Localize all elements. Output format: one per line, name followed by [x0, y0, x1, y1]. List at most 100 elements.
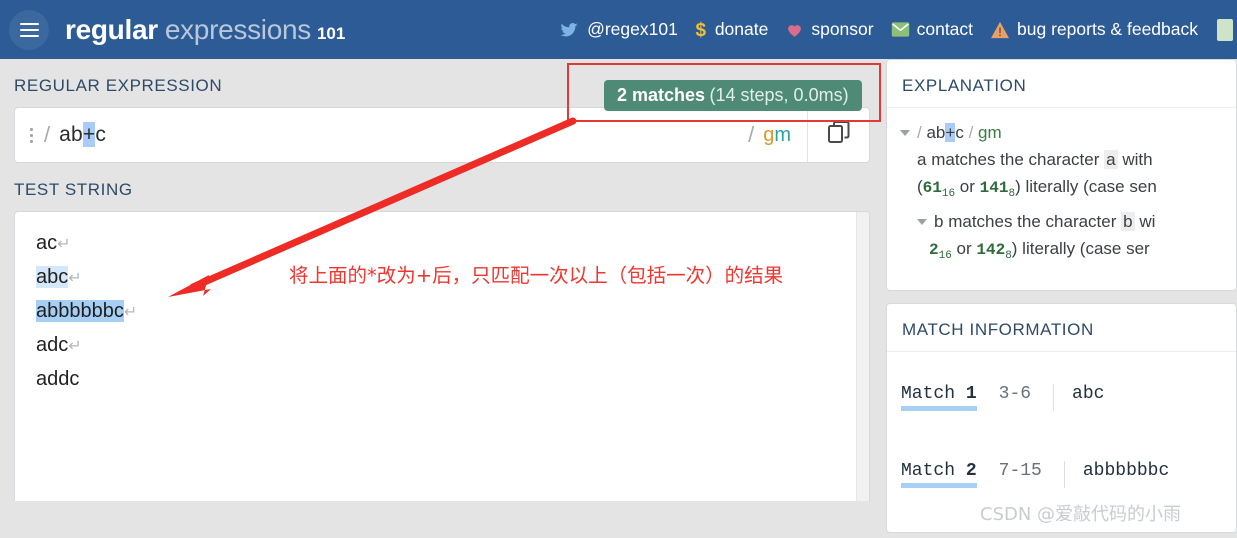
test-string-line[interactable]: adc↵: [15, 328, 869, 362]
regex-delimiter-right: /: [748, 122, 755, 147]
editor-column: REGULAR EXPRESSION / ab+c / gm TEST STRI…: [0, 59, 884, 533]
match-row[interactable]: Match 2 7-15 abbbbbbc: [887, 411, 1236, 488]
nav-sponsor[interactable]: sponsor: [785, 19, 874, 40]
match-row[interactable]: Match 1 3-6 abc: [887, 370, 1236, 411]
warning-triangle-icon: [990, 21, 1010, 39]
test-string-label: TEST STRING: [14, 180, 133, 199]
exp-literal-a: ) literally (case sen: [1015, 177, 1157, 196]
exp-literal-b: ) literally (case ser: [1011, 239, 1150, 259]
regex-delimiter-left: /: [44, 122, 51, 147]
match-information-panel: MATCH INFORMATION Match 1 3-6 abc Match …: [886, 303, 1237, 533]
newline-icon: ↵: [123, 304, 138, 321]
match-count-text: 2 matches: [617, 85, 706, 105]
explanation-row-a[interactable]: a matches the character a with: [887, 146, 1236, 173]
match-label-1: Match 1: [901, 384, 977, 411]
exp-char-a: a: [917, 150, 927, 169]
match-information-title: MATCH INFORMATION: [887, 304, 1236, 352]
site-logo[interactable]: regular expressions 101: [65, 14, 345, 46]
explanation-root-row[interactable]: / ab+c / gm: [887, 119, 1236, 146]
test-string-line[interactable]: ac↵: [15, 226, 869, 260]
kebab-dot: [30, 133, 33, 137]
match-highlight-2: abbbbbbc: [36, 300, 124, 322]
exp-oct-b: 1428: [976, 241, 1012, 263]
test-string-line[interactable]: abbbbbbc↵: [15, 294, 869, 328]
hamburger-bar: [19, 28, 39, 31]
explanation-body: / ab+c / gm a matches the character a wi…: [887, 108, 1236, 282]
line-text: ac: [36, 232, 58, 254]
explanation-panel: EXPLANATION / ab+c / gm a matches the ch…: [886, 59, 1237, 291]
newline-icon: ↵: [68, 270, 82, 287]
nav-overflow-item[interactable]: [1217, 18, 1233, 41]
nav-sponsor-label: sponsor: [811, 19, 874, 39]
kebab-dot: [30, 127, 33, 131]
logo-word-regular: regular: [65, 13, 158, 45]
test-string-line[interactable]: addc: [15, 362, 869, 396]
match-label-2: Match 2: [901, 461, 977, 488]
nav-twitter[interactable]: @regex101: [559, 19, 678, 40]
logo-word-expressions: expressions: [164, 13, 311, 45]
top-navbar: regular expressions 101 @regex101 $ dona…: [0, 0, 1237, 59]
flag-global: g: [763, 123, 775, 146]
flag-multiline: m: [774, 123, 791, 146]
nav-twitter-label: @regex101: [587, 19, 678, 39]
line-text: adc: [36, 334, 69, 356]
match-range-1: 3-6: [998, 384, 1032, 404]
copy-icon: [827, 120, 850, 150]
kebab-dot: [30, 139, 33, 143]
explanation-row-a-codes: (6116 or 1418) literally (case sen: [917, 177, 1157, 201]
match-divider: [1053, 384, 1055, 411]
exp-pattern-highlight: +: [945, 123, 956, 142]
match-value-1: abc: [1072, 384, 1105, 404]
hamburger-bar: [19, 34, 39, 37]
match-count-badge[interactable]: 2 matches (14 steps, 0.0ms): [604, 80, 862, 111]
newline-icon: ↵: [68, 338, 82, 355]
hamburger-bar: [19, 22, 39, 25]
match-highlight-1: abc: [36, 266, 69, 288]
logo-suffix-101: 101: [316, 23, 346, 43]
nav-donate[interactable]: $ donate: [695, 19, 769, 41]
explanation-row-b[interactable]: b matches the character b wi: [887, 208, 1236, 235]
copy-regex-button[interactable]: [807, 108, 869, 162]
dollar-icon: $: [695, 19, 708, 41]
svg-text:$: $: [695, 20, 706, 41]
exp-hex-a: 6116: [922, 179, 956, 201]
kebab-menu-icon[interactable]: [28, 125, 35, 146]
nav-contact-label: contact: [916, 19, 974, 39]
test-string-editor[interactable]: ac↵ abc↵ abbbbbbc↵ adc↵ addc: [14, 211, 870, 501]
test-string-scrollbar[interactable]: [856, 212, 869, 501]
exp-oct-a: 1418: [979, 179, 1016, 201]
twitter-icon: [559, 21, 580, 39]
match-divider: [1063, 461, 1065, 488]
exp-flags: gm: [978, 123, 1002, 142]
pattern-highlight: +: [82, 122, 96, 147]
regex-input-row[interactable]: / ab+c / gm: [14, 107, 870, 163]
test-string-line[interactable]: abc↵: [15, 260, 869, 294]
nav-bug-reports-label: bug reports & feedback: [1017, 19, 1198, 39]
newline-icon: ↵: [57, 236, 71, 253]
chevron-down-icon[interactable]: [917, 219, 927, 226]
hamburger-menu-icon[interactable]: [9, 9, 49, 50]
exp-hex-b: 216: [929, 241, 952, 263]
exp-text-end-a: with: [1122, 150, 1153, 169]
heart-icon: [785, 21, 804, 39]
nav-bug-reports[interactable]: bug reports & feedback: [990, 19, 1198, 40]
exp-text-a: matches the character: [931, 150, 1100, 169]
envelope-icon: [891, 21, 910, 38]
regex-input[interactable]: / ab+c: [15, 108, 740, 162]
regex-flags[interactable]: / gm: [740, 108, 807, 162]
chevron-down-icon[interactable]: [900, 130, 910, 136]
exp-text-end-b: wi: [1139, 212, 1156, 232]
nav-contact[interactable]: contact: [891, 19, 973, 40]
pattern-after: c: [95, 123, 107, 146]
match-steps-text: (14 steps, 0.0ms): [709, 85, 849, 105]
nav-donate-label: donate: [714, 19, 769, 39]
navbar-links: @regex101 $ donate sponsor contact bug r…: [559, 18, 1237, 41]
line-text: addc: [36, 368, 80, 390]
regex-pattern: ab+c: [59, 122, 107, 147]
exp-delim-right: /: [968, 123, 974, 142]
exp-char-b: b: [934, 212, 944, 232]
explanation-row-b-codes: 216 or 1428) literally (case ser: [929, 239, 1150, 263]
exp-chip-b: b: [1121, 212, 1135, 232]
match-information-body: Match 1 3-6 abc Match 2 7-15 abbbbbbc: [887, 352, 1236, 500]
explanation-title: EXPLANATION: [887, 60, 1236, 108]
